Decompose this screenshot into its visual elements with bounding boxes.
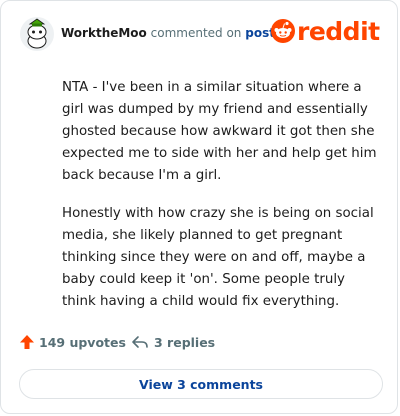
replies-button[interactable]: 3 replies (131, 334, 215, 350)
upvote-button[interactable]: 149 upvotes (19, 334, 126, 350)
comment-paragraph: NTA - I've been in a similar situation w… (62, 80, 377, 183)
reply-arrow-icon (132, 336, 148, 348)
comment-byline: WorktheMoo commented on post (61, 26, 275, 40)
comment-card: WorktheMoo commented on post reddit NTA … (0, 0, 398, 414)
comment-actions: 149 upvotes 3 replies (19, 334, 381, 354)
reddit-logo[interactable]: reddit (271, 17, 381, 49)
snoo-avatar-icon[interactable] (19, 16, 55, 52)
username-link[interactable]: WorktheMoo (61, 26, 147, 40)
reply-count: 3 replies (154, 334, 216, 350)
comment-header: WorktheMoo commented on post reddit (19, 16, 381, 52)
upvote-arrow-icon (20, 335, 34, 349)
action-text: commented on (150, 26, 242, 40)
upvote-count: 149 upvotes (39, 334, 126, 350)
view-comments-button[interactable]: View 3 comments (19, 369, 383, 399)
comment-paragraph: Honestly with how crazy she is being on … (62, 206, 374, 309)
reddit-snoo-icon (271, 19, 295, 43)
comment-body: NTA - I've been in a similar situation w… (62, 77, 382, 329)
brand-wordmark: reddit (297, 17, 380, 46)
